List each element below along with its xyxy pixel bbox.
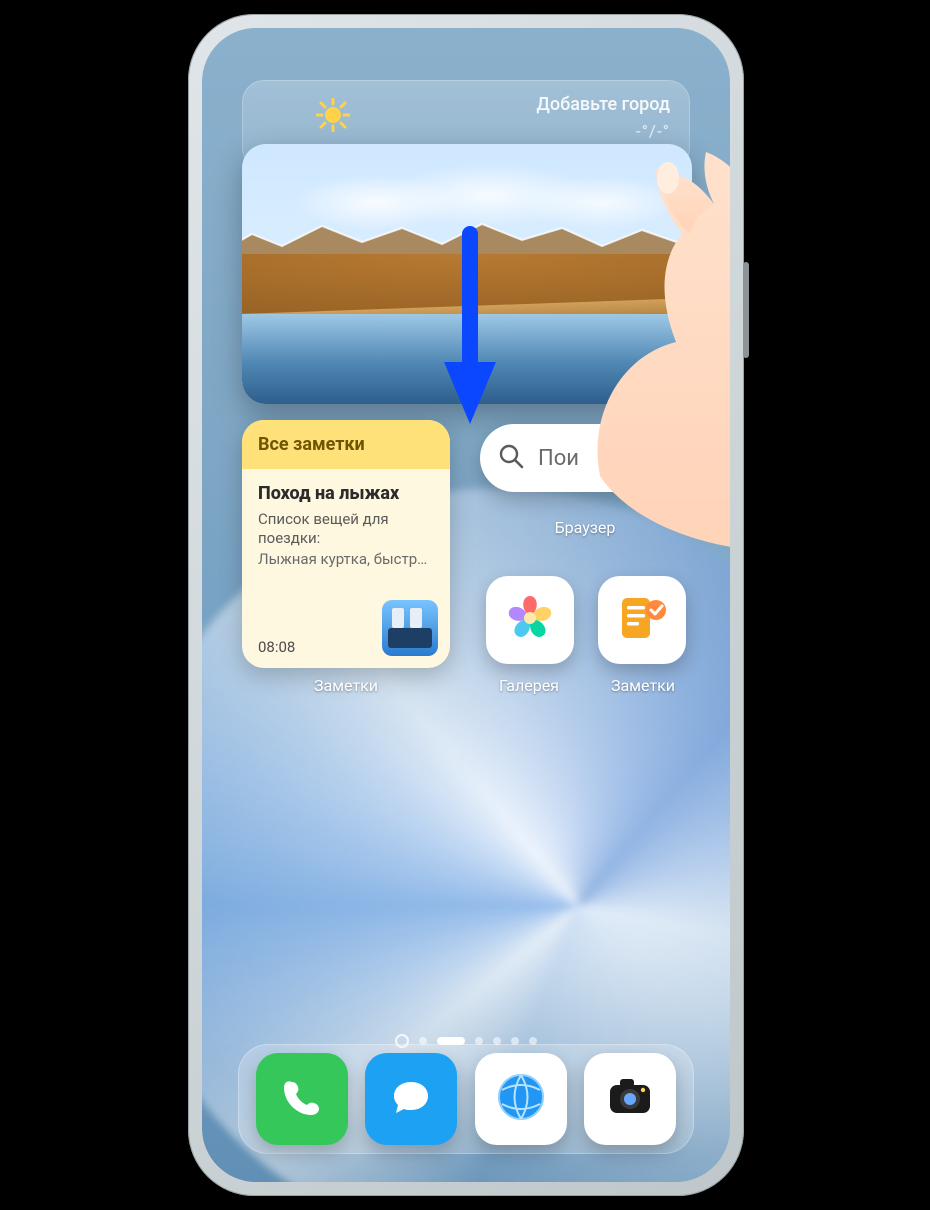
notes-widget-header: Все заметки bbox=[242, 420, 450, 469]
notes-icon bbox=[614, 590, 670, 650]
weather-city-label: Добавьте город bbox=[536, 94, 670, 115]
home-screen[interactable]: Добавьте город -°/-° Все заметки Пох bbox=[202, 28, 730, 1182]
volume-button[interactable] bbox=[743, 262, 749, 358]
browser-widget-label: Браузер bbox=[480, 518, 690, 537]
notes-widget-label: Заметки bbox=[242, 676, 450, 695]
dock bbox=[238, 1044, 694, 1154]
gallery-icon bbox=[502, 590, 558, 650]
gallery-widget[interactable] bbox=[242, 144, 692, 404]
app-notes-label: Заметки bbox=[594, 676, 692, 695]
note-thumbnail bbox=[382, 600, 438, 656]
photo-water bbox=[242, 314, 692, 404]
notes-widget[interactable]: Все заметки Поход на лыжах Список вещей … bbox=[242, 420, 450, 668]
note-time: 08:08 bbox=[258, 638, 295, 656]
stage: Добавьте город -°/-° Все заметки Пох bbox=[0, 0, 930, 1210]
note-line2: Лыжная куртка, быстрос… bbox=[258, 550, 434, 569]
camera-icon bbox=[602, 1069, 658, 1129]
dock-messages[interactable] bbox=[365, 1053, 457, 1145]
dock-browser[interactable] bbox=[475, 1053, 567, 1145]
messages-icon bbox=[386, 1072, 436, 1126]
app-gallery-label: Галерея bbox=[480, 676, 578, 695]
phone-frame: Добавьте город -°/-° Все заметки Пох bbox=[188, 14, 744, 1196]
phone-icon bbox=[277, 1072, 327, 1126]
note-line1: Список вещей для поездки: bbox=[258, 510, 434, 548]
app-gallery[interactable] bbox=[486, 576, 574, 664]
dock-phone[interactable] bbox=[256, 1053, 348, 1145]
weather-sun-icon bbox=[316, 98, 350, 136]
weather-temp-label: -°/-° bbox=[636, 122, 670, 142]
browser-search-text: Пои bbox=[538, 446, 579, 471]
browser-icon bbox=[492, 1068, 550, 1130]
note-title: Поход на лыжах bbox=[258, 483, 434, 504]
dock-camera[interactable] bbox=[584, 1053, 676, 1145]
photo-mountains bbox=[242, 216, 692, 256]
app-notes[interactable] bbox=[598, 576, 686, 664]
search-icon bbox=[498, 443, 524, 473]
browser-search[interactable]: Пои bbox=[480, 424, 726, 492]
